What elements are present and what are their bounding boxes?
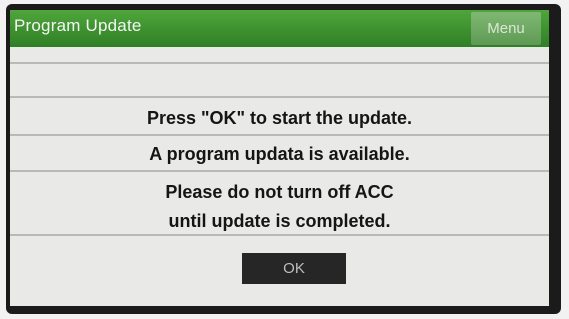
title-bar: Program Update Menu [10,10,549,47]
instruction-text: Press "OK" to start the update. [146,108,413,128]
divider-line [10,234,549,236]
divider-line [10,96,549,98]
menu-button[interactable]: Menu [471,12,541,45]
update-screen: Program Update Menu Press "OK" to start … [10,10,549,306]
ok-button[interactable]: OK [242,253,346,284]
warning-text-line2: until update is completed. [168,211,391,231]
divider-line [10,170,549,172]
warning-text-line1: Please do not turn off ACC [165,182,394,202]
page-title: Program Update [14,16,142,35]
availability-text: A program updata is available. [149,144,410,164]
divider-line [10,62,549,64]
divider-line [10,134,549,136]
